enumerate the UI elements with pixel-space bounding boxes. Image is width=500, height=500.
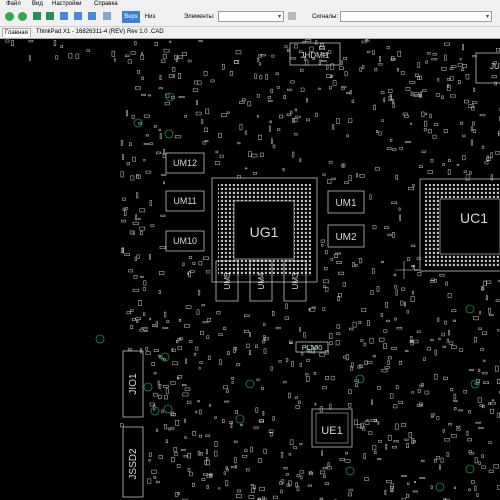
um11-label: UM11 (173, 196, 196, 206)
ug1-chip[interactable]: UG1 (211, 177, 318, 283)
jusb-label: JUSB (490, 62, 500, 71)
forward-arrow-icon[interactable] (18, 12, 27, 21)
um10-label: UM10 (173, 236, 197, 246)
menu-help[interactable]: Справка (94, 1, 118, 7)
side-bottom-button[interactable]: Низ (142, 11, 158, 23)
ug1-label: UG1 (250, 224, 279, 240)
zoom-out-icon[interactable] (46, 12, 54, 20)
lock-icon[interactable] (288, 12, 296, 20)
pcb-viewport[interactable]: UG1 UC1 UE1 UM1 UM2 UM12 UM11 UM10 UM5 U… (0, 39, 500, 500)
chevron-down-icon: ▾ (485, 14, 489, 20)
mirror-icon[interactable] (103, 12, 111, 20)
back-arrow-icon[interactable] (5, 12, 14, 21)
um5-label: UM5 (223, 272, 232, 289)
tab-board-file[interactable]: ThinkPad X1 - 16826311-4 (REV) Rev 1.0 .… (34, 28, 166, 37)
menu-view[interactable]: Вид (32, 1, 43, 7)
menu-bar: Файл Вид Настройки Справка (0, 0, 500, 9)
rotate-left-icon[interactable] (74, 12, 82, 20)
side-top-button[interactable]: Верх (122, 11, 140, 23)
signals-combo[interactable]: ▾ (340, 11, 492, 22)
toolbar: Верх Низ Элементы: ▾ Сигналы: ▾ (0, 9, 500, 27)
tab-main[interactable]: Главная (2, 28, 31, 37)
ue1-label: UE1 (321, 425, 342, 437)
jhdmi1-label: JHDMI1 (301, 51, 330, 60)
pl500-label: PL500 (302, 345, 322, 352)
zoom-fit-icon[interactable] (60, 12, 68, 20)
jssd2-label: JSSD2 (128, 448, 139, 480)
um4-label: UM4 (257, 272, 266, 289)
zoom-in-icon[interactable] (33, 12, 41, 20)
um3-label: UM3 (291, 272, 300, 289)
menu-settings[interactable]: Настройки (52, 1, 81, 7)
um12-label: UM12 (173, 158, 197, 168)
uc1-chip[interactable]: UC1 (419, 178, 500, 272)
menu-file[interactable]: Файл (6, 1, 21, 7)
uc1-label: UC1 (460, 210, 488, 226)
tab-bar: Главная ThinkPad X1 - 16826311-4 (REV) R… (0, 27, 500, 39)
jio1-label: JIO1 (128, 373, 139, 395)
chevron-down-icon: ▾ (277, 14, 281, 20)
signals-label: Сигналы: (312, 14, 339, 20)
elements-label: Элементы: (184, 14, 215, 20)
pcb-canvas[interactable]: UG1 UC1 UE1 UM1 UM2 UM12 UM11 UM10 UM5 U… (0, 39, 500, 500)
um2-label: UM2 (335, 232, 357, 243)
rotate-right-icon[interactable] (88, 12, 96, 20)
elements-combo[interactable]: ▾ (218, 11, 284, 22)
um1-label: UM1 (335, 198, 357, 209)
